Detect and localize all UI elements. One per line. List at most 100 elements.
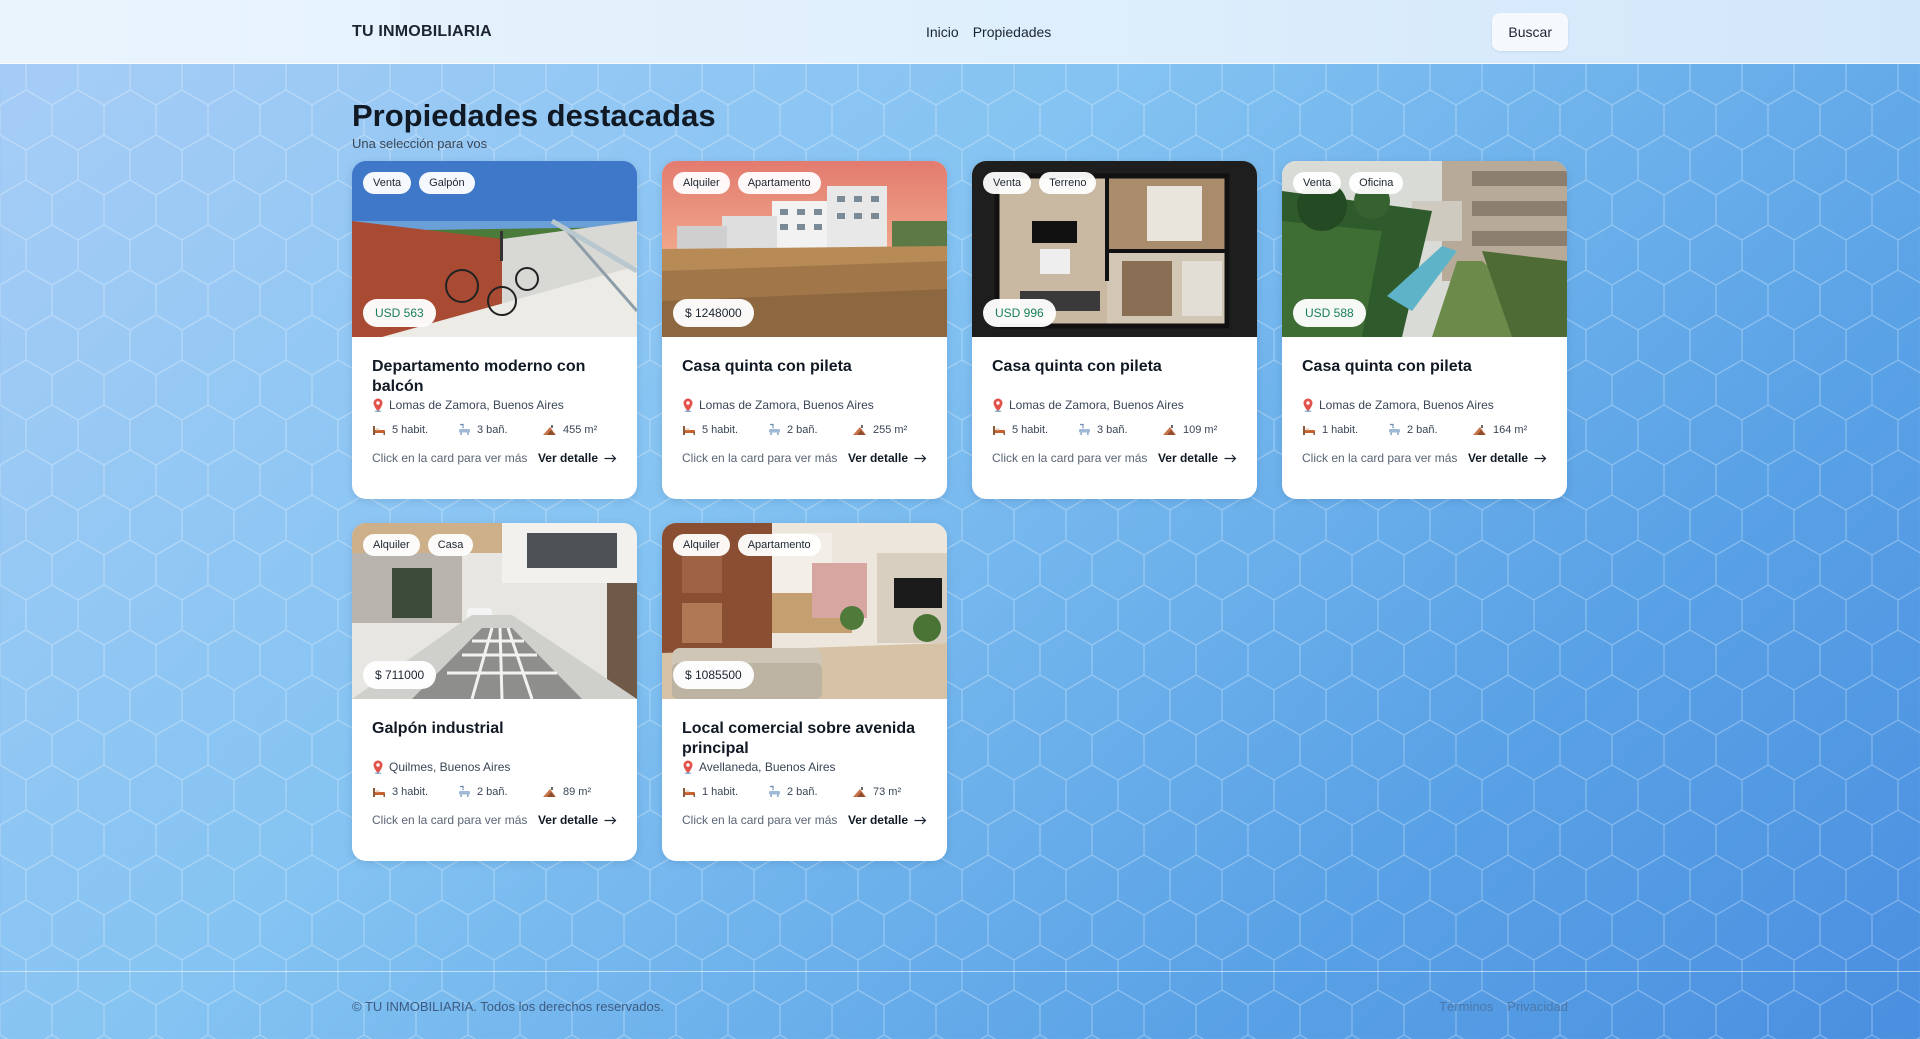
view-detail-link[interactable]: Ver detalle [848, 451, 927, 465]
map-pin-icon [683, 760, 693, 774]
area-feature: 455 m² [542, 423, 597, 436]
bath-icon [1079, 423, 1090, 435]
card-hint: Click en la card para ver más [372, 813, 528, 827]
location-text: Lomas de Zamora, Buenos Aires [389, 398, 564, 412]
card-hint: Click en la card para ver más [372, 451, 528, 465]
property-title: Departamento moderno con balcón [372, 358, 586, 395]
footer-link-privacidad[interactable]: Privacidad [1507, 999, 1568, 1014]
property-features: 5 habit. 2 bañ. 255 m² [682, 423, 927, 436]
property-image: Venta Galpón USD 563 [352, 161, 637, 337]
property-tags: Alquiler Apartamento [673, 172, 821, 194]
rooms-feature: 5 habit. [992, 423, 1078, 436]
property-tags: Alquiler Casa [363, 534, 474, 556]
price-badge: USD 563 [363, 299, 436, 327]
property-card[interactable]: Alquiler Casa $ 711000 Galpón industrial… [352, 523, 637, 861]
view-detail-link[interactable]: Ver detalle [1468, 451, 1547, 465]
type-tag: Apartamento [737, 534, 821, 556]
rooms-feature: 5 habit. [682, 423, 768, 436]
top-navbar: TU INMOBILIARIA Inicio Propiedades Busca… [0, 0, 1920, 64]
footer-links: Términos Privacidad [1439, 999, 1568, 1014]
type-tag: Terreno [1039, 172, 1097, 194]
bed-icon [1303, 425, 1315, 435]
card-hint: Click en la card para ver más [682, 813, 838, 827]
property-tags: Venta Oficina [1293, 172, 1404, 194]
search-button[interactable]: Buscar [1492, 13, 1568, 51]
property-tags: Alquiler Apartamento [673, 534, 821, 556]
property-card[interactable]: Venta Oficina USD 588 Casa quinta con pi… [1282, 161, 1567, 499]
card-footer: Click en la card para ver más Ver detall… [372, 813, 617, 827]
rooms-feature: 1 habit. [682, 785, 768, 798]
view-detail-label: Ver detalle [1157, 451, 1218, 465]
view-detail-label: Ver detalle [847, 813, 908, 827]
property-features: 3 habit. 2 bañ. 89 m² [372, 785, 617, 798]
type-tag: Apartamento [737, 172, 821, 194]
baths-feature: 2 bañ. [768, 785, 852, 798]
price-badge: USD 996 [983, 299, 1056, 327]
property-image: Alquiler Apartamento $ 1085500 [662, 523, 947, 699]
map-pin-icon [373, 760, 383, 774]
property-features: 5 habit. 3 bañ. 455 m² [372, 423, 617, 436]
nav-link-propiedades[interactable]: Propiedades [973, 24, 1052, 40]
arrow-right-icon [604, 816, 617, 824]
operation-tag: Venta [363, 172, 412, 194]
view-detail-label: Ver detalle [1467, 451, 1528, 465]
rooms-feature: 3 habit. [372, 785, 458, 798]
arrow-right-icon [604, 454, 617, 462]
rooms-text: 1 habit. [1322, 423, 1359, 436]
page-title: Propiedades destacadas [352, 98, 716, 133]
rooms-text: 1 habit. [702, 785, 739, 798]
area-text: 73 m² [873, 785, 902, 798]
area-feature: 73 m² [852, 785, 901, 798]
rooms-text: 5 habit. [702, 423, 739, 436]
location-text: Lomas de Zamora, Buenos Aires [1009, 398, 1184, 412]
property-card[interactable]: Venta Galpón USD 563 Departamento modern… [352, 161, 637, 499]
property-grid: Venta Galpón USD 563 Departamento modern… [352, 161, 1568, 861]
baths-text: 2 bañ. [787, 785, 818, 798]
baths-text: 2 bañ. [787, 423, 818, 436]
operation-tag: Alquiler [673, 172, 730, 194]
view-detail-link[interactable]: Ver detalle [538, 451, 617, 465]
property-card[interactable]: Venta Terreno USD 996 Casa quinta con pi… [972, 161, 1257, 499]
area-icon [853, 786, 866, 797]
map-pin-icon [993, 398, 1003, 412]
view-detail-link[interactable]: Ver detalle [1158, 451, 1237, 465]
property-tags: Venta Terreno [983, 172, 1097, 194]
card-footer: Click en la card para ver más Ver detall… [682, 451, 927, 465]
area-icon [853, 424, 866, 435]
nav-link-inicio[interactable]: Inicio [926, 24, 959, 40]
property-card[interactable]: Alquiler Apartamento $ 1248000 Casa quin… [662, 161, 947, 499]
area-feature: 89 m² [542, 785, 591, 798]
baths-feature: 2 bañ. [768, 423, 852, 436]
rooms-text: 3 habit. [392, 785, 429, 798]
property-tags: Venta Galpón [363, 172, 475, 194]
area-icon [543, 786, 556, 797]
bath-icon [769, 423, 780, 435]
property-title: Casa quinta con pileta [992, 358, 1162, 375]
area-text: 255 m² [873, 423, 908, 436]
type-tag: Galpón [419, 172, 475, 194]
baths-text: 3 bañ. [1097, 423, 1128, 436]
operation-tag: Venta [1293, 172, 1342, 194]
arrow-right-icon [914, 454, 927, 462]
area-text: 109 m² [1183, 423, 1218, 436]
price-badge: USD 588 [1293, 299, 1366, 327]
footer-link-terminos[interactable]: Términos [1439, 999, 1493, 1014]
view-detail-label: Ver detalle [537, 451, 598, 465]
map-pin-icon [1303, 398, 1313, 412]
location-text: Quilmes, Buenos Aires [389, 760, 511, 774]
view-detail-link[interactable]: Ver detalle [848, 813, 927, 827]
featured-properties-section: Propiedades destacadas Una selección par… [352, 98, 1568, 861]
rooms-feature: 5 habit. [372, 423, 458, 436]
card-footer: Click en la card para ver más Ver detall… [682, 813, 927, 827]
price-badge: $ 711000 [363, 661, 437, 689]
area-icon [543, 424, 556, 435]
area-feature: 255 m² [852, 423, 907, 436]
baths-text: 2 bañ. [477, 785, 508, 798]
brand-logo[interactable]: TU INMOBILIARIA [352, 23, 492, 41]
bed-icon [373, 787, 385, 797]
bed-icon [683, 787, 695, 797]
property-card[interactable]: Alquiler Apartamento $ 1085500 Local com… [662, 523, 947, 861]
view-detail-link[interactable]: Ver detalle [538, 813, 617, 827]
bed-icon [373, 425, 385, 435]
property-title: Casa quinta con pileta [682, 358, 852, 375]
